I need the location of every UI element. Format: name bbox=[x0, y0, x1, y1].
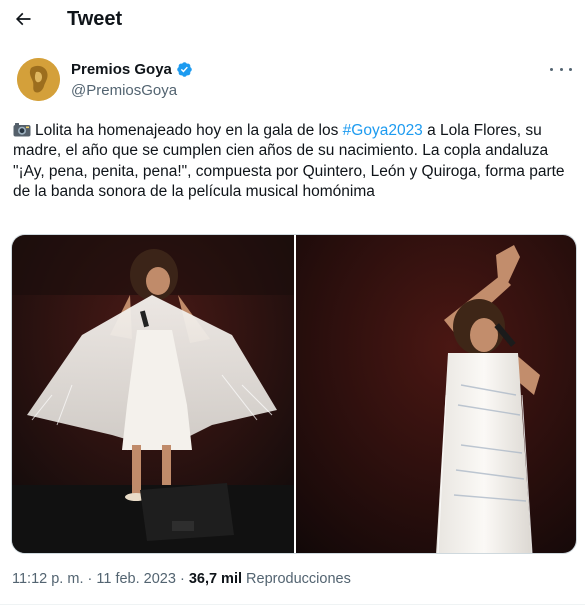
tweet-date[interactable]: 11 feb. 2023 bbox=[96, 571, 176, 587]
more-dot-icon bbox=[550, 67, 553, 71]
tweet-text-part1: Lolita ha homenajeado hoy en la gala de … bbox=[35, 122, 343, 139]
more-dot-icon bbox=[569, 67, 572, 71]
back-button[interactable] bbox=[8, 4, 38, 34]
verified-badge-icon bbox=[177, 62, 192, 77]
photo-1[interactable] bbox=[12, 235, 294, 553]
avatar[interactable] bbox=[17, 58, 60, 101]
tweet-meta: 11:12 p. m. · 11 feb. 2023 · 36,7 mil Re… bbox=[12, 571, 351, 587]
photo-2[interactable] bbox=[296, 235, 576, 553]
views-label: Reproducciones bbox=[242, 571, 351, 587]
hashtag-link[interactable]: #Goya2023 bbox=[343, 122, 423, 139]
header-bar: Tweet bbox=[0, 0, 585, 40]
media-gallery bbox=[11, 234, 577, 554]
camera-flash-icon bbox=[13, 123, 31, 137]
author-name[interactable]: Premios Goya bbox=[71, 61, 172, 78]
tweet-time[interactable]: 11:12 p. m. bbox=[12, 571, 83, 587]
more-options-button[interactable] bbox=[550, 62, 572, 76]
back-arrow-icon bbox=[15, 12, 31, 26]
page-title: Tweet bbox=[67, 8, 123, 30]
meta-separator: · bbox=[175, 571, 189, 587]
author-handle[interactable]: @PremiosGoya bbox=[71, 82, 177, 99]
more-dot-icon bbox=[559, 67, 563, 71]
meta-separator: · bbox=[83, 571, 97, 587]
tweet-author: Premios Goya @PremiosGoya bbox=[17, 58, 572, 108]
tweet-text: Lolita ha homenajeado hoy en la gala de … bbox=[13, 121, 578, 203]
views-count: 36,7 mil bbox=[188, 571, 243, 587]
divider bbox=[0, 604, 585, 605]
